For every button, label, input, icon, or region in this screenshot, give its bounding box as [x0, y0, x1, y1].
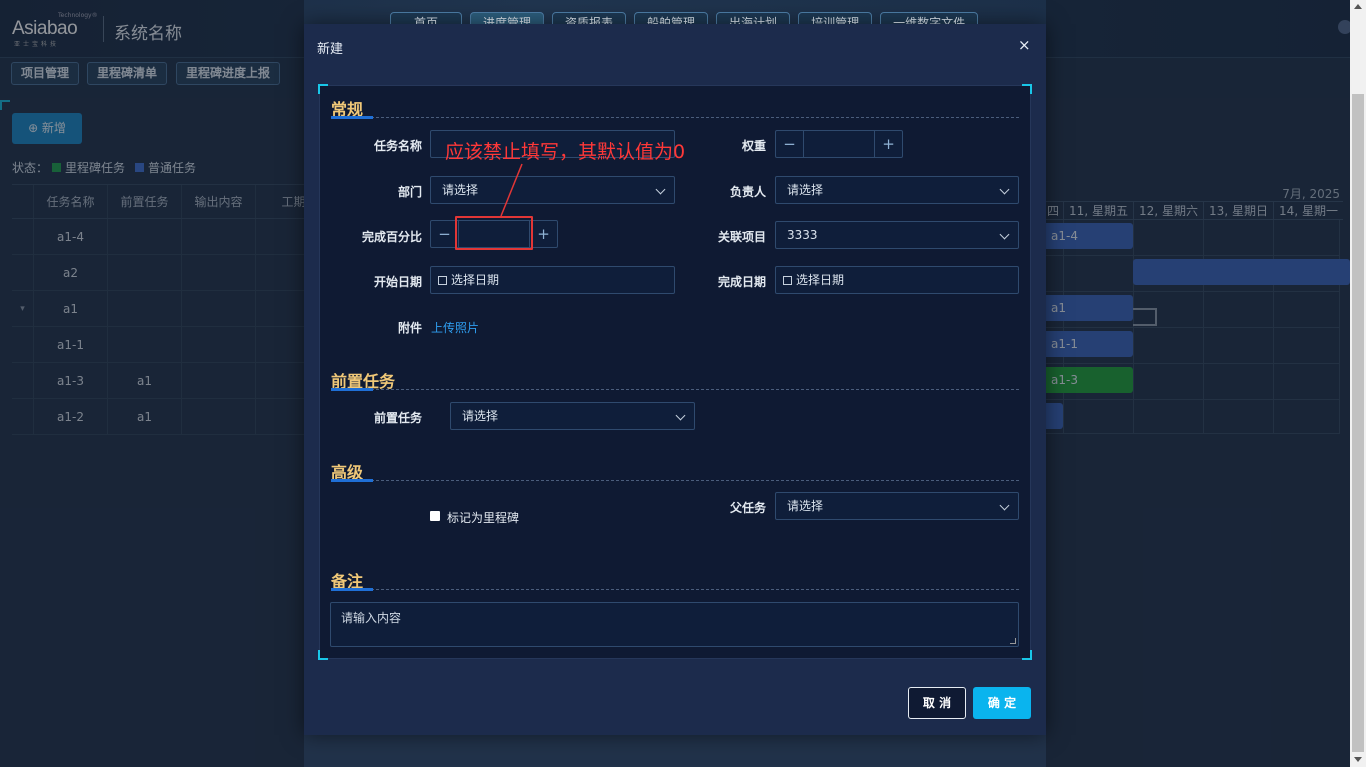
milestone-checkbox[interactable] — [430, 511, 440, 521]
section-underline — [331, 388, 373, 391]
end-date-picker[interactable]: 选择日期 — [775, 266, 1019, 294]
project-label: 关联项目 — [717, 230, 766, 244]
weight-stepper[interactable]: − + — [775, 130, 903, 158]
modal-backdrop-right — [1046, 0, 1350, 767]
section-underline — [331, 588, 373, 591]
owner-label: 负责人 — [729, 185, 766, 199]
pre-task-label: 前置任务 — [373, 411, 422, 425]
confirm-button[interactable]: 确 定 — [973, 687, 1031, 719]
dept-select[interactable]: 请选择 — [430, 176, 675, 204]
new-task-dialog: 新建 × 常规 任务名称 权重 − + 部门 请选择 负责人 请选择 完成百分比… — [304, 24, 1046, 735]
note-textarea[interactable]: 请输入内容 — [330, 602, 1019, 647]
upload-photo-link[interactable]: 上传照片 — [431, 319, 479, 336]
chevron-down-icon — [655, 184, 666, 195]
dialog-title: 新建 — [317, 42, 344, 57]
annotation-highlight-box — [455, 216, 533, 250]
scroll-down-icon[interactable] — [1354, 757, 1362, 762]
owner-select-value: 请选择 — [787, 183, 824, 197]
calendar-icon — [438, 276, 447, 285]
pre-task-select[interactable]: 请选择 — [450, 402, 695, 430]
section-note: 备注 — [331, 570, 1019, 591]
attachment-label: 附件 — [397, 321, 422, 335]
annotation-text: 应该禁止填写，其默认值为0 — [445, 141, 686, 163]
page-scrollbar[interactable] — [1350, 0, 1366, 767]
project-select[interactable]: 3333 — [775, 221, 1019, 249]
section-general: 常规 — [331, 98, 1019, 119]
parent-task-label: 父任务 — [729, 501, 766, 515]
start-date-label: 开始日期 — [373, 275, 422, 289]
weight-value[interactable] — [804, 131, 874, 157]
percent-label: 完成百分比 — [361, 230, 422, 244]
calendar-icon — [783, 276, 792, 285]
note-placeholder: 请输入内容 — [341, 611, 402, 625]
end-date-label: 完成日期 — [717, 275, 766, 289]
milestone-checkbox-label[interactable]: 标记为里程碑 — [447, 509, 519, 526]
chevron-down-icon — [999, 500, 1010, 511]
task-name-label: 任务名称 — [373, 139, 422, 153]
chevron-down-icon — [999, 184, 1010, 195]
close-icon[interactable]: × — [1018, 36, 1031, 54]
minus-icon[interactable]: − — [776, 131, 804, 157]
plus-icon[interactable]: + — [874, 131, 902, 157]
scrollbar-thumb[interactable] — [1352, 94, 1364, 752]
corner-decoration — [318, 84, 328, 94]
end-date-placeholder: 选择日期 — [796, 273, 845, 287]
project-select-value: 3333 — [787, 228, 818, 242]
chevron-down-icon — [999, 229, 1010, 240]
modal-backdrop-left — [0, 0, 304, 767]
dept-select-value: 请选择 — [442, 183, 479, 197]
dept-label: 部门 — [397, 185, 422, 199]
chevron-down-icon — [675, 410, 686, 421]
corner-decoration — [1022, 84, 1032, 94]
section-pre-task: 前置任务 — [331, 370, 1019, 391]
cancel-button[interactable]: 取 消 — [908, 687, 966, 719]
parent-task-select[interactable]: 请选择 — [775, 492, 1019, 520]
pre-task-select-value: 请选择 — [462, 409, 499, 423]
owner-select[interactable]: 请选择 — [775, 176, 1019, 204]
resize-grip-icon[interactable] — [1010, 638, 1016, 644]
start-date-picker[interactable]: 选择日期 — [430, 266, 675, 294]
parent-task-select-value: 请选择 — [787, 499, 824, 513]
corner-decoration — [318, 650, 328, 660]
plus-icon[interactable]: + — [529, 221, 557, 247]
section-underline — [331, 116, 373, 119]
section-advanced: 高级 — [331, 461, 1019, 482]
section-underline — [331, 479, 373, 482]
corner-decoration — [1022, 650, 1032, 660]
weight-label: 权重 — [741, 139, 766, 153]
scroll-up-icon[interactable] — [1354, 4, 1362, 9]
start-date-placeholder: 选择日期 — [451, 273, 500, 287]
